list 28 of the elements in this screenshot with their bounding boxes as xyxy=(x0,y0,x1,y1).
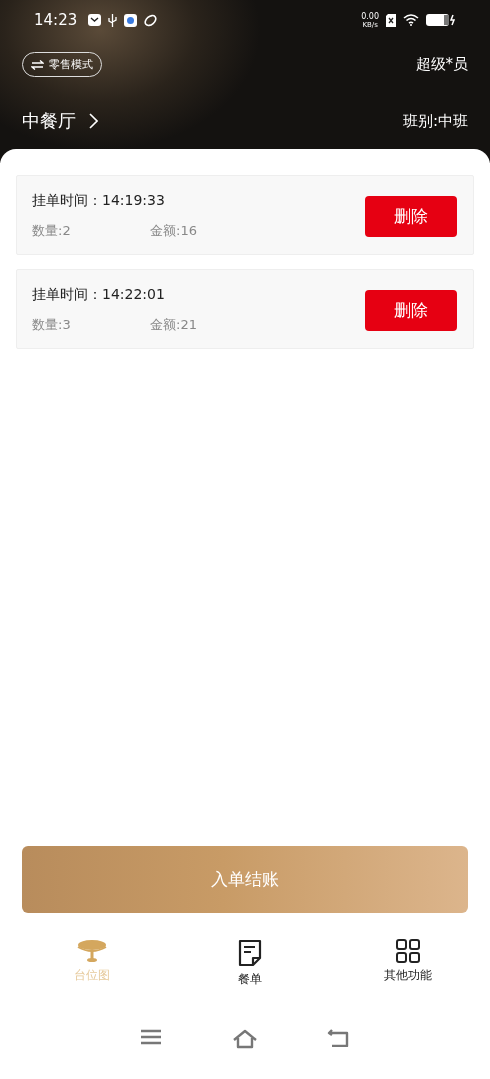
delete-button[interactable]: 删除 xyxy=(365,195,457,237)
back-icon[interactable] xyxy=(327,1029,349,1047)
quantity: 数量:3 xyxy=(32,316,72,334)
tab[interactable]: 其他功能 xyxy=(368,939,448,1009)
swap-icon xyxy=(31,59,44,70)
wifi-icon xyxy=(403,14,419,26)
hold-time: 挂单时间：14:19:33 xyxy=(32,192,166,210)
amount: 金额:21 xyxy=(150,316,197,334)
status-time: 14:23 xyxy=(34,11,78,29)
quantity: 数量:2 xyxy=(32,222,72,240)
delete-button[interactable]: 删除 xyxy=(365,289,457,331)
round-table-icon xyxy=(76,939,108,963)
shift-label: 班别:中班 xyxy=(402,111,468,131)
user-name: 超级*员 xyxy=(415,55,468,74)
chevron-right-icon[interactable] xyxy=(88,113,98,129)
grid-icon xyxy=(396,939,420,963)
battery-icon xyxy=(426,14,456,26)
hold-time: 挂单时间：14:22:01 xyxy=(32,286,166,304)
document-icon xyxy=(238,939,262,967)
app-icon xyxy=(124,13,138,27)
sim-icon xyxy=(386,13,396,27)
usb-icon xyxy=(108,13,118,27)
venue-selector[interactable]: 中餐厅 xyxy=(22,109,76,133)
net-speed: 0.00 xyxy=(361,11,379,21)
menu-icon[interactable] xyxy=(140,1029,162,1045)
tab[interactable]: 餐单 xyxy=(210,939,290,1009)
amount: 金额:16 xyxy=(150,222,197,240)
home-icon[interactable] xyxy=(231,1029,258,1049)
